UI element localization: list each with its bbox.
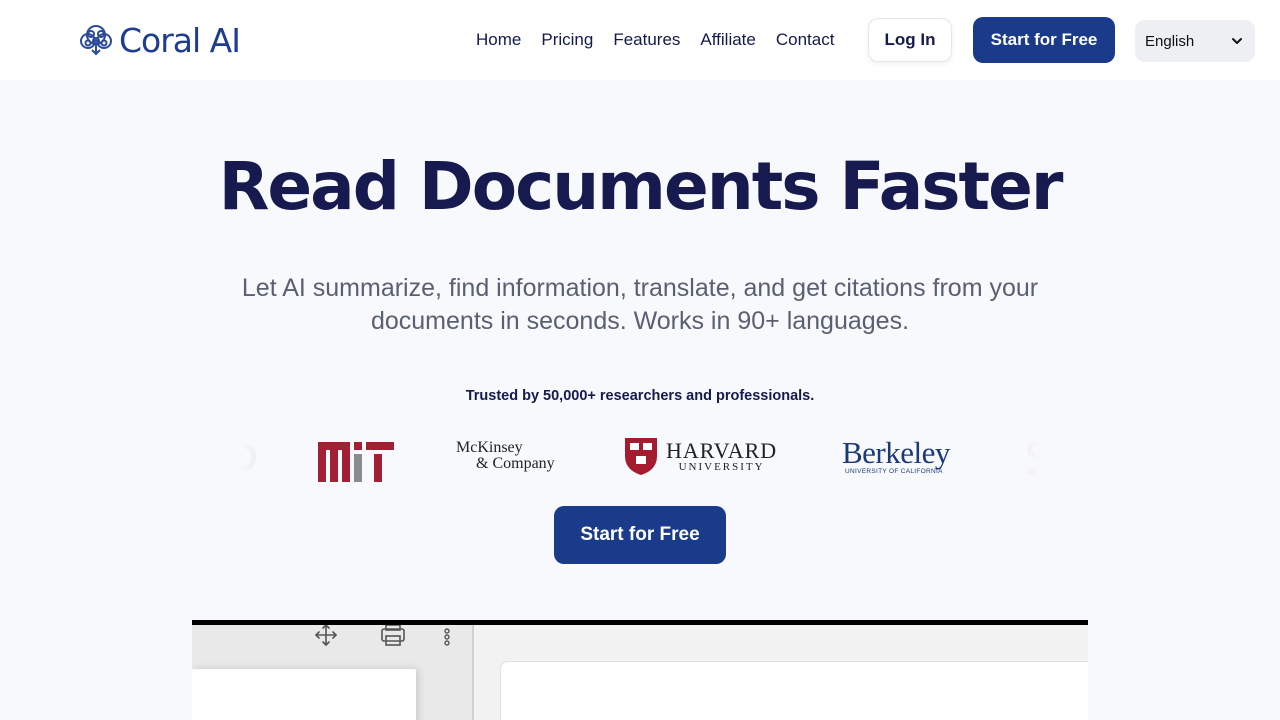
move-icon[interactable] xyxy=(312,623,340,647)
harvard-shield-icon xyxy=(625,438,657,475)
hero-title: Read Documents Faster xyxy=(218,148,1064,225)
mckinsey-line2: & Company xyxy=(476,455,555,472)
language-label: English xyxy=(1145,32,1195,50)
trusted-by-text: Trusted by 50,000+ researchers and profe… xyxy=(465,388,815,404)
preview-page-thumbnail xyxy=(192,669,416,720)
coral-tree-icon xyxy=(80,25,112,56)
harvard-line2: UNIVERSITY xyxy=(678,460,765,473)
harvard-logo: HARVARD UNIVERSITY xyxy=(624,430,777,482)
mckinsey-line1: McKinsey xyxy=(456,439,523,456)
berkeley-line1: Berkeley xyxy=(842,434,950,470)
nav-pricing[interactable]: Pricing xyxy=(541,30,593,50)
brand-logo[interactable]: Coral AI xyxy=(79,20,241,60)
print-icon[interactable] xyxy=(379,623,407,647)
chevron-down-icon xyxy=(1232,38,1242,44)
mckinsey-logo: McKinsey & Company xyxy=(456,430,555,482)
login-button[interactable]: Log In xyxy=(868,18,952,62)
harvard-line1: HARVARD xyxy=(666,437,778,463)
carousel-fade-left xyxy=(240,430,300,482)
brand-name: Coral AI xyxy=(119,20,241,60)
header-start-free-button[interactable]: Start for Free xyxy=(973,17,1115,63)
nav-features[interactable]: Features xyxy=(613,30,680,50)
nav-home[interactable]: Home xyxy=(476,30,521,50)
berkeley-logo: Berkeley UNIVERSITY OF CALIFORNIA xyxy=(842,430,950,482)
app-preview xyxy=(192,620,1088,720)
nav-contact[interactable]: Contact xyxy=(776,30,835,50)
more-vertical-icon[interactable] xyxy=(441,627,453,647)
customer-logos-carousel: McKinsey & Company HARVARD UNIVERSITY Be… xyxy=(240,430,1040,482)
berkeley-line2: UNIVERSITY OF CALIFORNIA xyxy=(845,467,943,475)
mit-logo xyxy=(318,442,394,482)
language-select[interactable]: English xyxy=(1135,20,1255,62)
site-header: Coral AI Home Pricing Features Affiliate… xyxy=(0,0,1280,80)
carousel-fade-right xyxy=(980,430,1040,482)
hero-subtitle: Let AI summarize, find information, tran… xyxy=(241,274,1039,335)
main-nav: Home Pricing Features Affiliate Contact xyxy=(476,28,854,52)
preview-document-panel xyxy=(500,661,1088,720)
nav-affiliate[interactable]: Affiliate xyxy=(700,30,755,50)
hero-start-free-button[interactable]: Start for Free xyxy=(554,506,726,564)
